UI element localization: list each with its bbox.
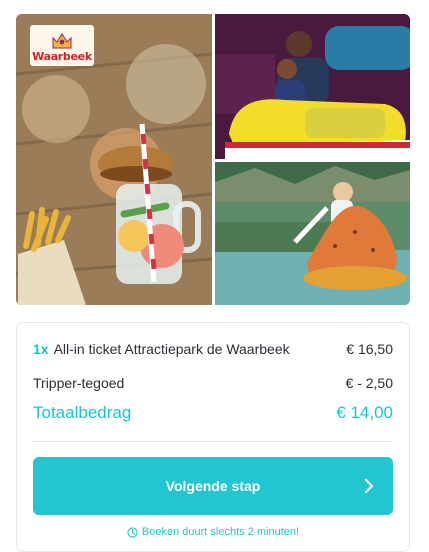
booking-time-text: Boeken duurt slechts 2 minuten! [141,526,300,538]
chevron-right-icon [364,478,374,494]
next-step-label: Volgende stap [165,478,261,494]
order-summary-card: 1x All-in ticket Attractiepark de Waarbee… [16,322,410,552]
gallery-image-bottom[interactable] [215,162,410,305]
divider [33,441,393,442]
credit-value: € - 2,50 [345,375,393,391]
ticket-quantity: 1x [33,341,49,357]
ticket-label: All-in ticket Attractiepark de Waarbeek [53,341,290,357]
booking-time-note: Boeken duurt slechts 2 minuten! [17,526,409,538]
credit-label: Tripper-tegoed [33,375,125,391]
photo-gallery: Waarbeek [16,14,410,305]
credit-row: Tripper-tegoed € - 2,50 [33,375,393,391]
total-value: € 14,00 [336,403,393,422]
logo-text: Waarbeek [32,50,92,63]
total-row: Totaalbedrag € 14,00 [33,403,393,423]
gallery-image-bumper-car [215,14,410,159]
ticket-row: 1x All-in ticket Attractiepark de Waarbee… [33,341,393,357]
gallery-image-main[interactable]: Waarbeek [16,14,212,305]
waarbeek-logo: Waarbeek [30,25,94,66]
ticket-description: 1x All-in ticket Attractiepark de Waarbee… [33,341,290,357]
ticket-price: € 16,50 [346,341,393,357]
total-label: Totaalbedrag [33,403,132,422]
gallery-image-top[interactable] [215,14,410,159]
gallery-image-bumper-boat [215,162,410,305]
next-step-button[interactable]: Volgende stap [33,457,393,515]
crown-icon [52,33,72,49]
clock-icon [127,526,138,538]
